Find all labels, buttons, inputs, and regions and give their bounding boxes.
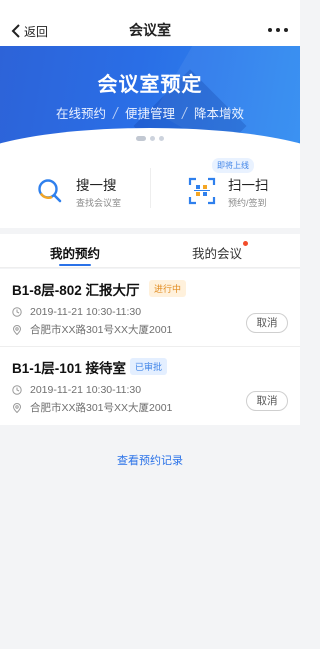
feature-separator [181, 106, 188, 119]
status-badge: 已审批 [130, 358, 168, 375]
banner-headline: 会议室预定 [97, 74, 203, 96]
reservation-time: 2019-11-21 10:30-11:30 [12, 306, 141, 318]
quick-actions: 搜一搜 查找会议室 即将上线 扫一扫 预约/签到 [0, 146, 300, 228]
location-pin-icon [12, 402, 22, 413]
tab-bar: 我的预约 我的会议 [0, 234, 300, 268]
search-action-title: 搜一搜 [76, 177, 117, 193]
reservation-location: 合肥市XX路301号XX大厦2001 [12, 322, 172, 337]
banner-feature: 便捷管理 [124, 107, 175, 121]
more-icon[interactable] [268, 22, 288, 38]
time-text: 2019-11-21 10:30-11:30 [30, 384, 142, 396]
search-action-subtitle: 查找会议室 [76, 197, 122, 208]
location-pin-icon [12, 324, 22, 335]
room-name: B1-1层-101 接待室 [12, 361, 127, 376]
tab-my-meetings[interactable]: 我的会议 [192, 241, 249, 262]
tab-my-reservations[interactable]: 我的预约 [50, 243, 100, 262]
active-tab-indicator [59, 264, 91, 266]
banner-feature: 在线预约 [55, 107, 106, 121]
reservation-card[interactable]: B1-1层-101 接待室 已审批 2019-11-21 10:30-11:30… [0, 347, 300, 425]
time-text: 2019-11-21 10:30-11:30 [30, 306, 142, 318]
cancel-button[interactable]: 取消 [246, 313, 288, 333]
divider [150, 168, 151, 208]
cancel-button[interactable]: 取消 [246, 391, 288, 411]
carousel-dot-active[interactable] [136, 136, 146, 141]
scan-action-subtitle: 预约/签到 [228, 197, 267, 208]
search-icon [38, 179, 62, 203]
reservation-location: 合肥市XX路301号XX大厦2001 [12, 400, 172, 415]
page-title: 会议室 [129, 22, 171, 38]
carousel-dot[interactable] [159, 136, 164, 141]
carousel-dot[interactable] [150, 136, 155, 141]
clock-icon [12, 307, 22, 317]
search-action[interactable]: 搜一搜 查找会议室 [36, 174, 121, 208]
address-text: 合肥市XX路301号XX大厦2001 [30, 324, 173, 336]
carousel-indicator[interactable] [0, 136, 300, 141]
tab-label: 我的会议 [192, 247, 243, 261]
reservation-card[interactable]: B1-8层-802 汇报大厅 进行中 2019-11-21 10:30-11:3… [0, 269, 300, 347]
clock-icon [12, 385, 22, 395]
banner-feature: 降本增效 [194, 107, 245, 121]
coming-soon-badge: 即将上线 [212, 158, 254, 173]
hero-banner[interactable]: 会议室预定 在线预约 便捷管理 降本增效 [0, 46, 300, 146]
notification-dot [243, 241, 249, 246]
status-badge: 进行中 [149, 280, 187, 297]
feature-separator [112, 106, 119, 119]
view-history-link[interactable]: 查看预约记录 [0, 452, 300, 468]
room-name: B1-8层-802 汇报大厅 [12, 283, 140, 298]
banner-features: 在线预约 便捷管理 降本增效 [0, 103, 300, 122]
reservation-list: B1-8层-802 汇报大厅 进行中 2019-11-21 10:30-11:3… [0, 269, 300, 425]
scan-icon [188, 177, 216, 205]
scan-action[interactable]: 扫一扫 预约/签到 [188, 174, 269, 208]
reservation-time: 2019-11-21 10:30-11:30 [12, 384, 141, 396]
scan-action-title: 扫一扫 [228, 177, 269, 193]
address-text: 合肥市XX路301号XX大厦2001 [30, 402, 173, 414]
